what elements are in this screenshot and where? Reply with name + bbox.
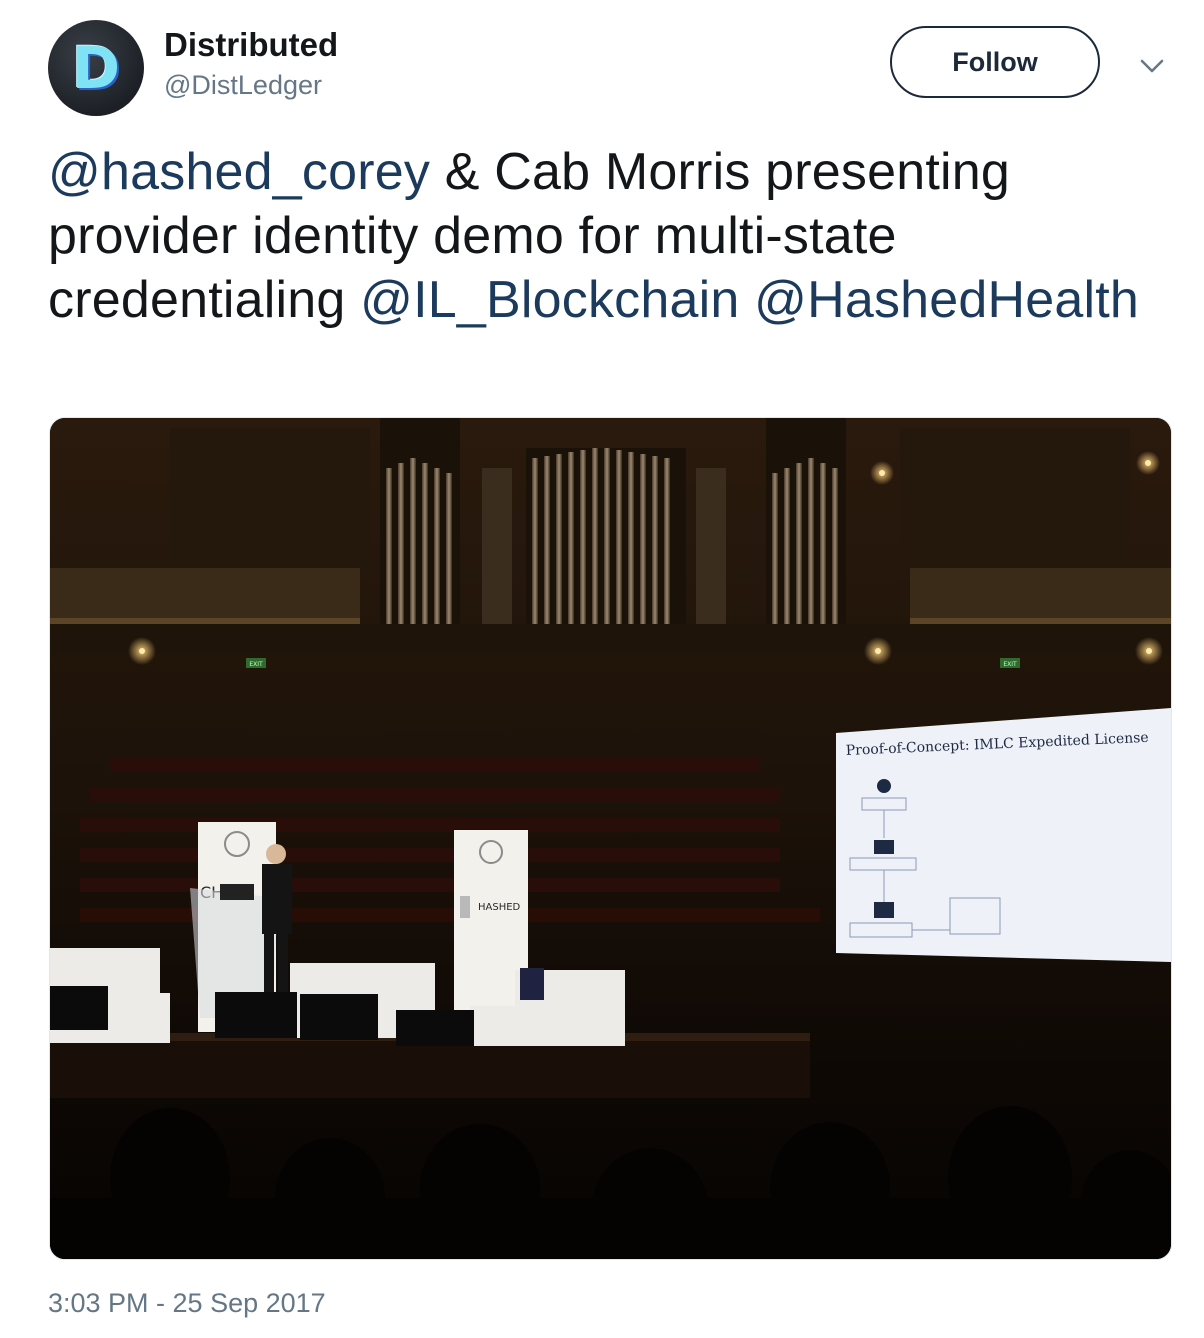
author-name[interactable]: Distributed [164,26,338,64]
tweet-timestamp[interactable]: 3:03 PM - 25 Sep 2017 [48,1288,326,1319]
exit-sign: EXIT [249,661,263,668]
banner-right-text: HASHED [478,902,521,913]
tweet-text: @hashed_corey & Cab Morris presenting pr… [48,140,1158,332]
follow-button[interactable]: Follow [890,26,1100,98]
projection-screen: Proof-of-Concept: IMLC Expedited License [836,708,1171,962]
mention-link[interactable]: @IL_Blockchain [360,271,739,329]
concert-hall-photo: EXIT EXIT Proof-of-Concept: IMLC Expedit… [50,418,1171,1259]
organ-pipes [380,418,846,648]
tweet-photo[interactable]: EXIT EXIT Proof-of-Concept: IMLC Expedit… [49,417,1172,1260]
mention-link[interactable]: @HashedHealth [754,271,1139,329]
exit-sign: EXIT [1003,661,1017,668]
author-handle[interactable]: @DistLedger [164,70,322,101]
avatar[interactable]: D [48,20,144,116]
mention-link[interactable]: @hashed_corey [48,143,430,201]
chevron-down-icon[interactable] [1136,50,1168,82]
avatar-letter: D [71,34,121,102]
